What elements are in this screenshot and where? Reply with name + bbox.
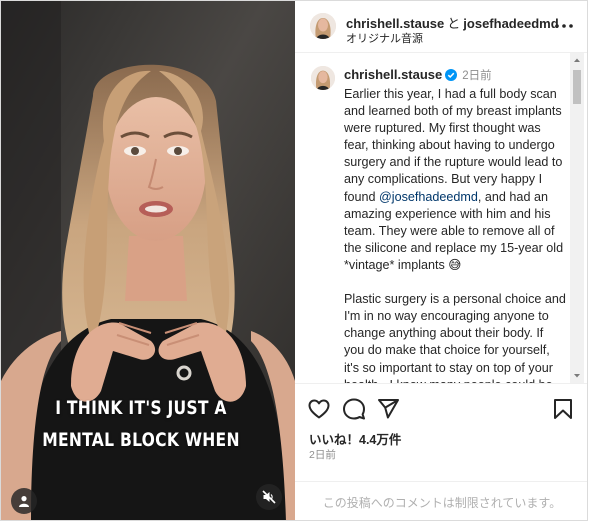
caption-username[interactable]: chrishell.stause xyxy=(344,67,442,82)
comment-bubble-icon[interactable] xyxy=(342,397,366,421)
avatar-image xyxy=(311,66,335,90)
header-user-2[interactable]: josefhadeedmd xyxy=(463,16,558,31)
video-caption-line-1: I THINK IT'S JUST A xyxy=(55,397,227,419)
caption-text: Earlier this year, I had a full body sca… xyxy=(344,86,566,383)
scroll-down-arrow-icon[interactable] xyxy=(572,371,582,381)
likes-count[interactable]: いいね！4.4万件 xyxy=(309,429,401,448)
caption-author: chrishell.stause 2日前 xyxy=(344,67,492,83)
caption-text-part-1: Earlier this year, I had a full body sca… xyxy=(344,87,566,204)
user-icon xyxy=(19,496,29,507)
caption-avatar[interactable] xyxy=(311,66,335,90)
caption-comment-area[interactable]: chrishell.stause 2日前 Earlier this year, … xyxy=(295,53,587,383)
mention-link[interactable]: @josefhadeedmd xyxy=(379,190,478,204)
heart-icon[interactable] xyxy=(307,397,331,421)
original-audio-link[interactable]: オリジナル音源 xyxy=(346,30,423,46)
video-caption-line-2: MENTAL BLOCK WHEN xyxy=(42,429,240,451)
speaker-muted-icon xyxy=(262,490,276,504)
post-side-panel: chrishell.stause と josefhadeedmd オリジナル音源 c… xyxy=(295,1,587,520)
scroll-up-arrow-icon[interactable] xyxy=(572,55,582,65)
reel-video[interactable]: I THINK IT'S JUST A MENTAL BLOCK WHEN xyxy=(1,1,295,520)
comments-restricted-notice: この投稿へのコメントは制限されています。 xyxy=(295,481,587,520)
header-conjunction: と xyxy=(447,16,461,31)
mute-button[interactable] xyxy=(256,484,282,510)
header-avatar[interactable] xyxy=(310,13,336,39)
paper-plane-icon[interactable] xyxy=(376,397,400,421)
more-dots-icon[interactable] xyxy=(553,15,575,37)
avatar-image xyxy=(310,13,336,39)
post-header: chrishell.stause と josefhadeedmd オリジナル音源 xyxy=(295,1,587,53)
header-user-1[interactable]: chrishell.stause xyxy=(346,16,444,31)
tagged-users-button[interactable] xyxy=(11,488,37,514)
caption-timestamp[interactable]: 2日前 xyxy=(462,70,491,82)
verified-badge-icon xyxy=(445,69,458,81)
post-actions: いいね！4.4万件 2日前 xyxy=(295,383,587,481)
post-timestamp[interactable]: 2日前 xyxy=(309,447,336,462)
caption-text-part-2: , and had an amazing experience with him… xyxy=(344,189,566,383)
post-dialog: I THINK IT'S JUST A MENTAL BLOCK WHEN ch… xyxy=(0,0,588,521)
scrollbar-thumb[interactable] xyxy=(573,70,581,104)
bookmark-icon[interactable] xyxy=(551,397,575,421)
caption-scrollbar[interactable] xyxy=(570,53,584,383)
